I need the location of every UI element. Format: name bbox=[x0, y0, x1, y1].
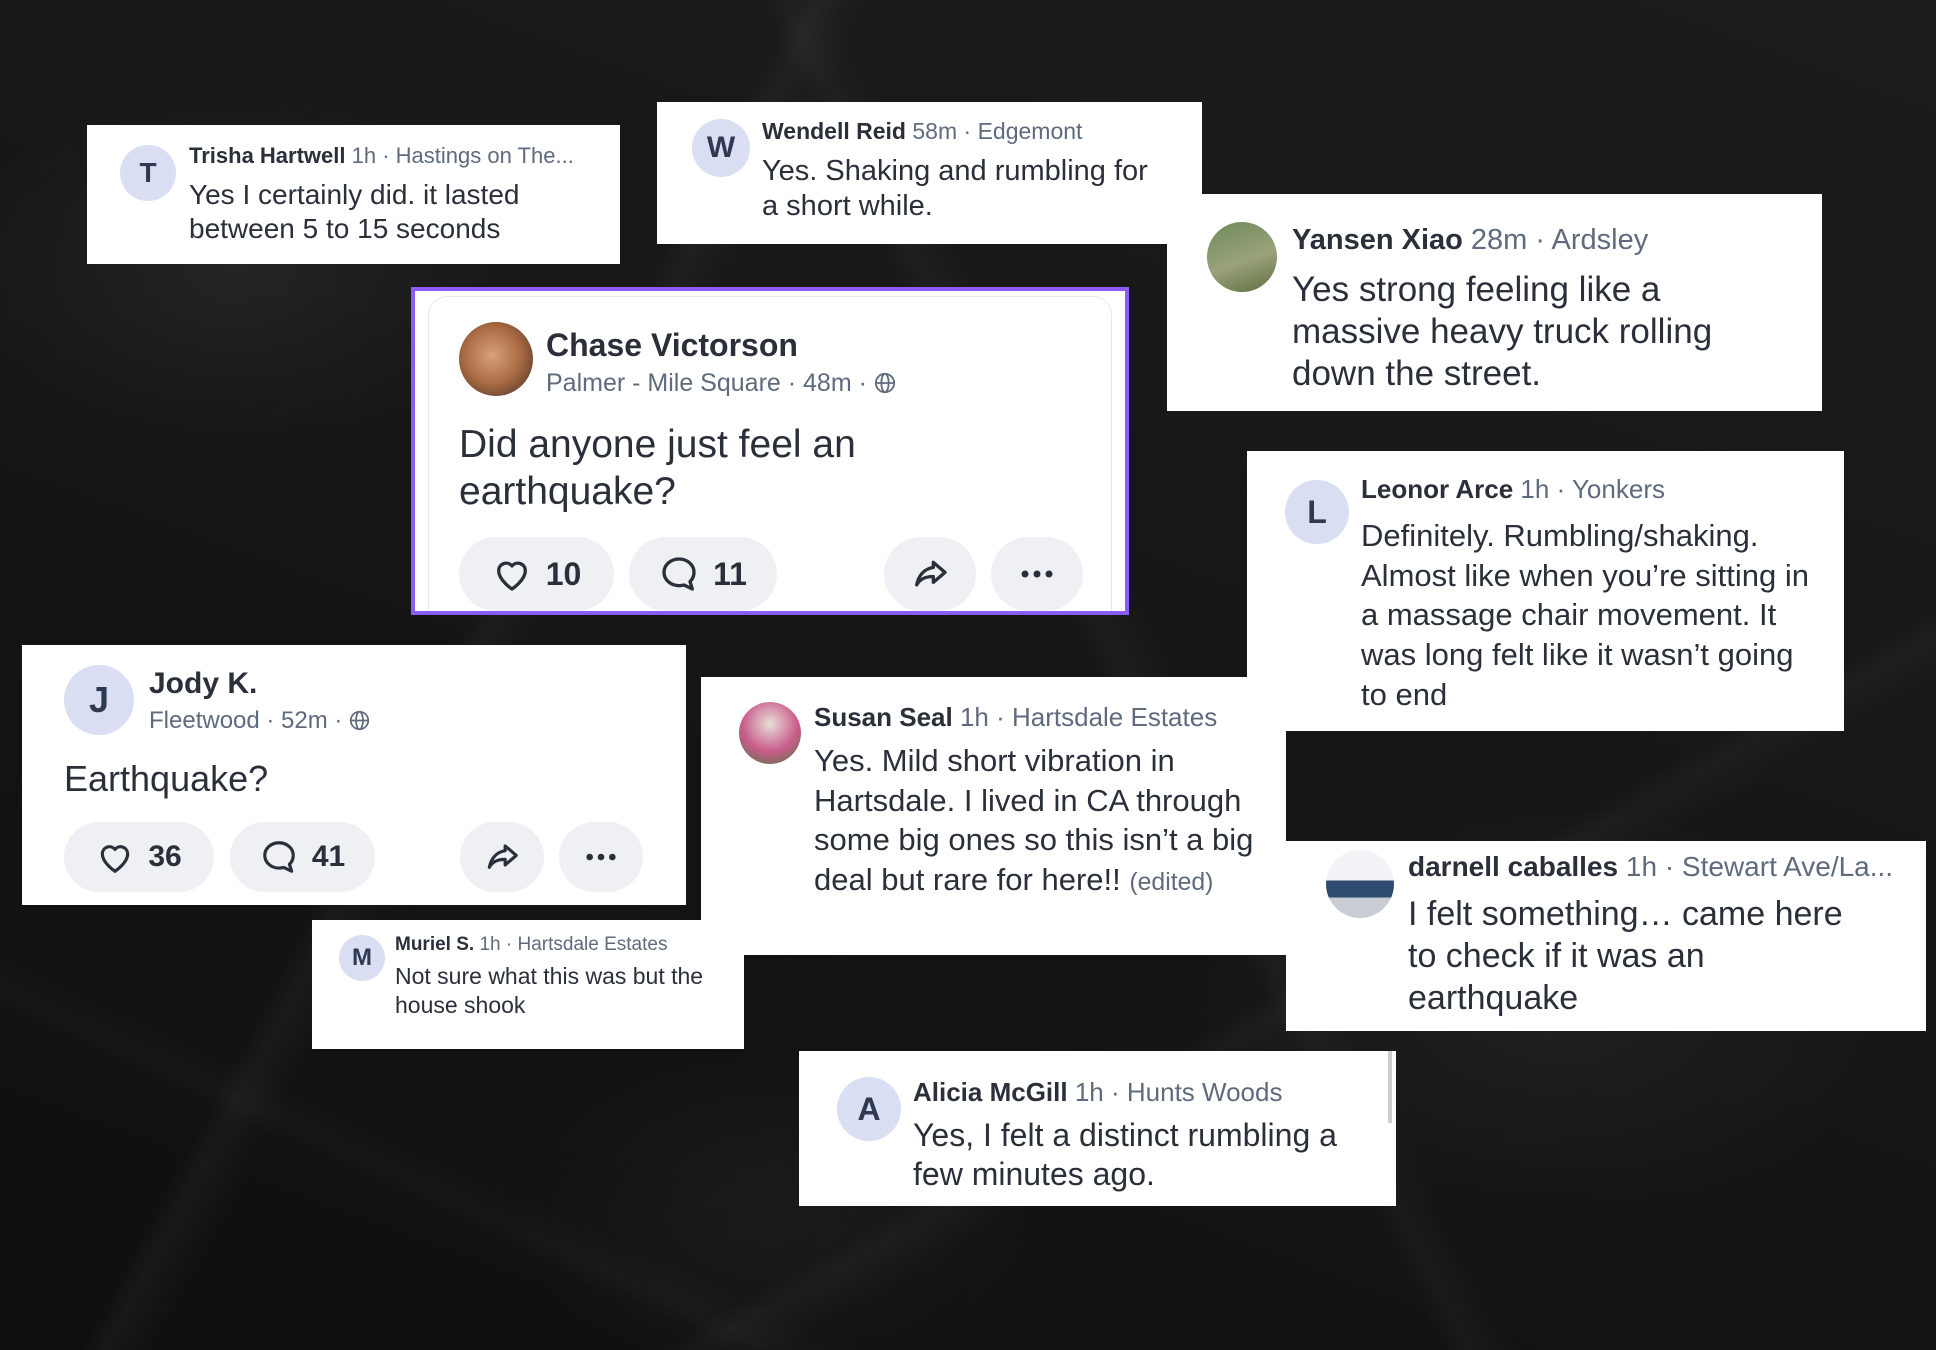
share-icon bbox=[915, 560, 947, 587]
reply-text: Not sure what this was but the house sho… bbox=[395, 963, 704, 1018]
reply-text: Definitely. Rumbling/shaking. Almost lik… bbox=[1361, 518, 1809, 712]
author-name[interactable]: Leonor Arce bbox=[1361, 474, 1513, 504]
post-location-time: Fleetwood · 52m · bbox=[149, 707, 343, 734]
more-icon bbox=[586, 853, 616, 861]
reply-text: Yes. Shaking and rumbling for a short wh… bbox=[762, 155, 1148, 223]
comment-button[interactable]: 41 bbox=[230, 822, 375, 892]
author-name[interactable]: Jody K. bbox=[149, 667, 257, 701]
avatar[interactable]: W bbox=[692, 119, 750, 177]
reply-meta: Alicia McGill 1h · Hunts Woods bbox=[913, 1077, 1282, 1108]
edited-label: (edited) bbox=[1129, 869, 1214, 897]
post-meta: Fleetwood · 52m · bbox=[149, 707, 370, 735]
reply-text: I felt something… came here to check if … bbox=[1408, 895, 1843, 1018]
main-post-card: Chase Victorson Palmer - Mile Square · 4… bbox=[411, 287, 1129, 615]
globe-icon bbox=[874, 372, 895, 394]
author-name[interactable]: Wendell Reid bbox=[762, 118, 906, 144]
more-button[interactable] bbox=[559, 822, 643, 892]
reply-card-muriel: M Muriel S. 1h · Hartsdale Estates Not s… bbox=[312, 920, 744, 1049]
reply-location-time: 1h · Hastings on The... bbox=[351, 143, 574, 168]
author-name[interactable]: Susan Seal bbox=[814, 702, 953, 732]
reply-meta: Susan Seal 1h · Hartsdale Estates bbox=[814, 702, 1217, 733]
post-text: Earthquake? bbox=[64, 758, 269, 799]
post-location-time: Palmer - Mile Square · 48m · bbox=[546, 369, 867, 397]
reply-card-alicia: A Alicia McGill 1h · Hunts Woods Yes, I … bbox=[799, 1051, 1396, 1206]
author-name[interactable]: Alicia McGill bbox=[913, 1077, 1068, 1107]
reply-text: Yes. Mild short vibration in Hartsdale. … bbox=[814, 741, 1269, 900]
like-button[interactable]: 36 bbox=[64, 822, 214, 892]
like-count: 36 bbox=[148, 840, 182, 873]
like-button[interactable]: 10 bbox=[459, 537, 614, 611]
reply-card-trisha: T Trisha Hartwell 1h · Hastings on The..… bbox=[87, 125, 620, 264]
reply-card-wendell: W Wendell Reid 58m · Edgemont Yes. Shaki… bbox=[657, 102, 1202, 244]
share-icon bbox=[487, 844, 518, 869]
avatar[interactable]: A bbox=[837, 1077, 901, 1141]
author-name[interactable]: darnell caballes bbox=[1408, 851, 1618, 882]
heart-icon bbox=[496, 561, 527, 591]
share-button[interactable] bbox=[884, 537, 976, 611]
reply-text: Yes, I felt a distinct rumbling a few mi… bbox=[913, 1117, 1337, 1193]
comment-icon bbox=[263, 841, 295, 873]
reply-location-time: 58m · Edgemont bbox=[912, 118, 1083, 144]
more-button[interactable] bbox=[991, 537, 1083, 611]
reply-location-time: 1h · Hartsdale Estates bbox=[479, 934, 668, 955]
share-button[interactable] bbox=[460, 822, 544, 892]
reply-card-yansen: Yansen Xiao 28m · Ardsley Yes strong fee… bbox=[1167, 194, 1822, 411]
like-count: 10 bbox=[545, 555, 582, 592]
comment-button[interactable]: 11 bbox=[629, 537, 777, 611]
reply-text: Yes strong feeling like a massive heavy … bbox=[1292, 270, 1713, 393]
post-text: Did anyone just feel an earthquake? bbox=[459, 423, 856, 513]
reply-location-time: 1h · Yonkers bbox=[1520, 474, 1665, 504]
reply-meta: Leonor Arce 1h · Yonkers bbox=[1361, 474, 1665, 505]
comment-count: 41 bbox=[311, 840, 346, 873]
more-icon bbox=[1021, 570, 1053, 578]
globe-icon bbox=[349, 710, 370, 731]
reply-card-darnell: darnell caballes 1h · Stewart Ave/La... … bbox=[1286, 841, 1926, 1031]
avatar[interactable] bbox=[1326, 850, 1394, 918]
avatar[interactable]: T bbox=[120, 145, 176, 201]
reply-meta: Wendell Reid 58m · Edgemont bbox=[762, 118, 1082, 145]
reply-card-susan: Susan Seal 1h · Hartsdale Estates Yes. M… bbox=[701, 677, 1286, 955]
reply-location-time: 1h · Stewart Ave/La... bbox=[1625, 851, 1894, 882]
reply-meta: Trisha Hartwell 1h · Hastings on The... bbox=[189, 143, 574, 169]
reply-location-time: 28m · Ardsley bbox=[1470, 224, 1649, 256]
post-inner: Chase Victorson Palmer - Mile Square · 4… bbox=[429, 297, 1111, 611]
reply-location-time: 1h · Hunts Woods bbox=[1074, 1077, 1283, 1107]
post-meta: Palmer - Mile Square · 48m · bbox=[546, 369, 896, 398]
avatar[interactable] bbox=[459, 322, 533, 396]
reply-text: Yes I certainly did. it lasted between 5… bbox=[189, 179, 520, 245]
reply-meta: Yansen Xiao 28m · Ardsley bbox=[1292, 224, 1648, 257]
author-name[interactable]: Trisha Hartwell bbox=[189, 143, 346, 168]
avatar[interactable]: M bbox=[339, 935, 385, 981]
reply-meta: Muriel S. 1h · Hartsdale Estates bbox=[395, 934, 667, 956]
reply-location-time: 1h · Hartsdale Estates bbox=[959, 702, 1218, 732]
author-name[interactable]: Yansen Xiao bbox=[1292, 224, 1463, 256]
author-name[interactable]: Chase Victorson bbox=[546, 327, 798, 364]
reply-meta: darnell caballes 1h · Stewart Ave/La... bbox=[1408, 851, 1893, 883]
reply-card-leonor: L Leonor Arce 1h · Yonkers Definitely. R… bbox=[1247, 451, 1844, 731]
avatar[interactable] bbox=[739, 702, 801, 764]
comment-icon bbox=[662, 557, 696, 591]
avatar[interactable]: L bbox=[1285, 480, 1349, 544]
avatar[interactable]: J bbox=[64, 665, 134, 735]
scrollbar[interactable] bbox=[1388, 1051, 1392, 1123]
second-post-card: J Jody K. Fleetwood · 52m · Earthquake? … bbox=[22, 645, 686, 905]
comment-count: 11 bbox=[713, 555, 747, 592]
author-name[interactable]: Muriel S. bbox=[395, 934, 474, 955]
heart-icon bbox=[101, 845, 130, 873]
avatar[interactable] bbox=[1207, 222, 1277, 292]
